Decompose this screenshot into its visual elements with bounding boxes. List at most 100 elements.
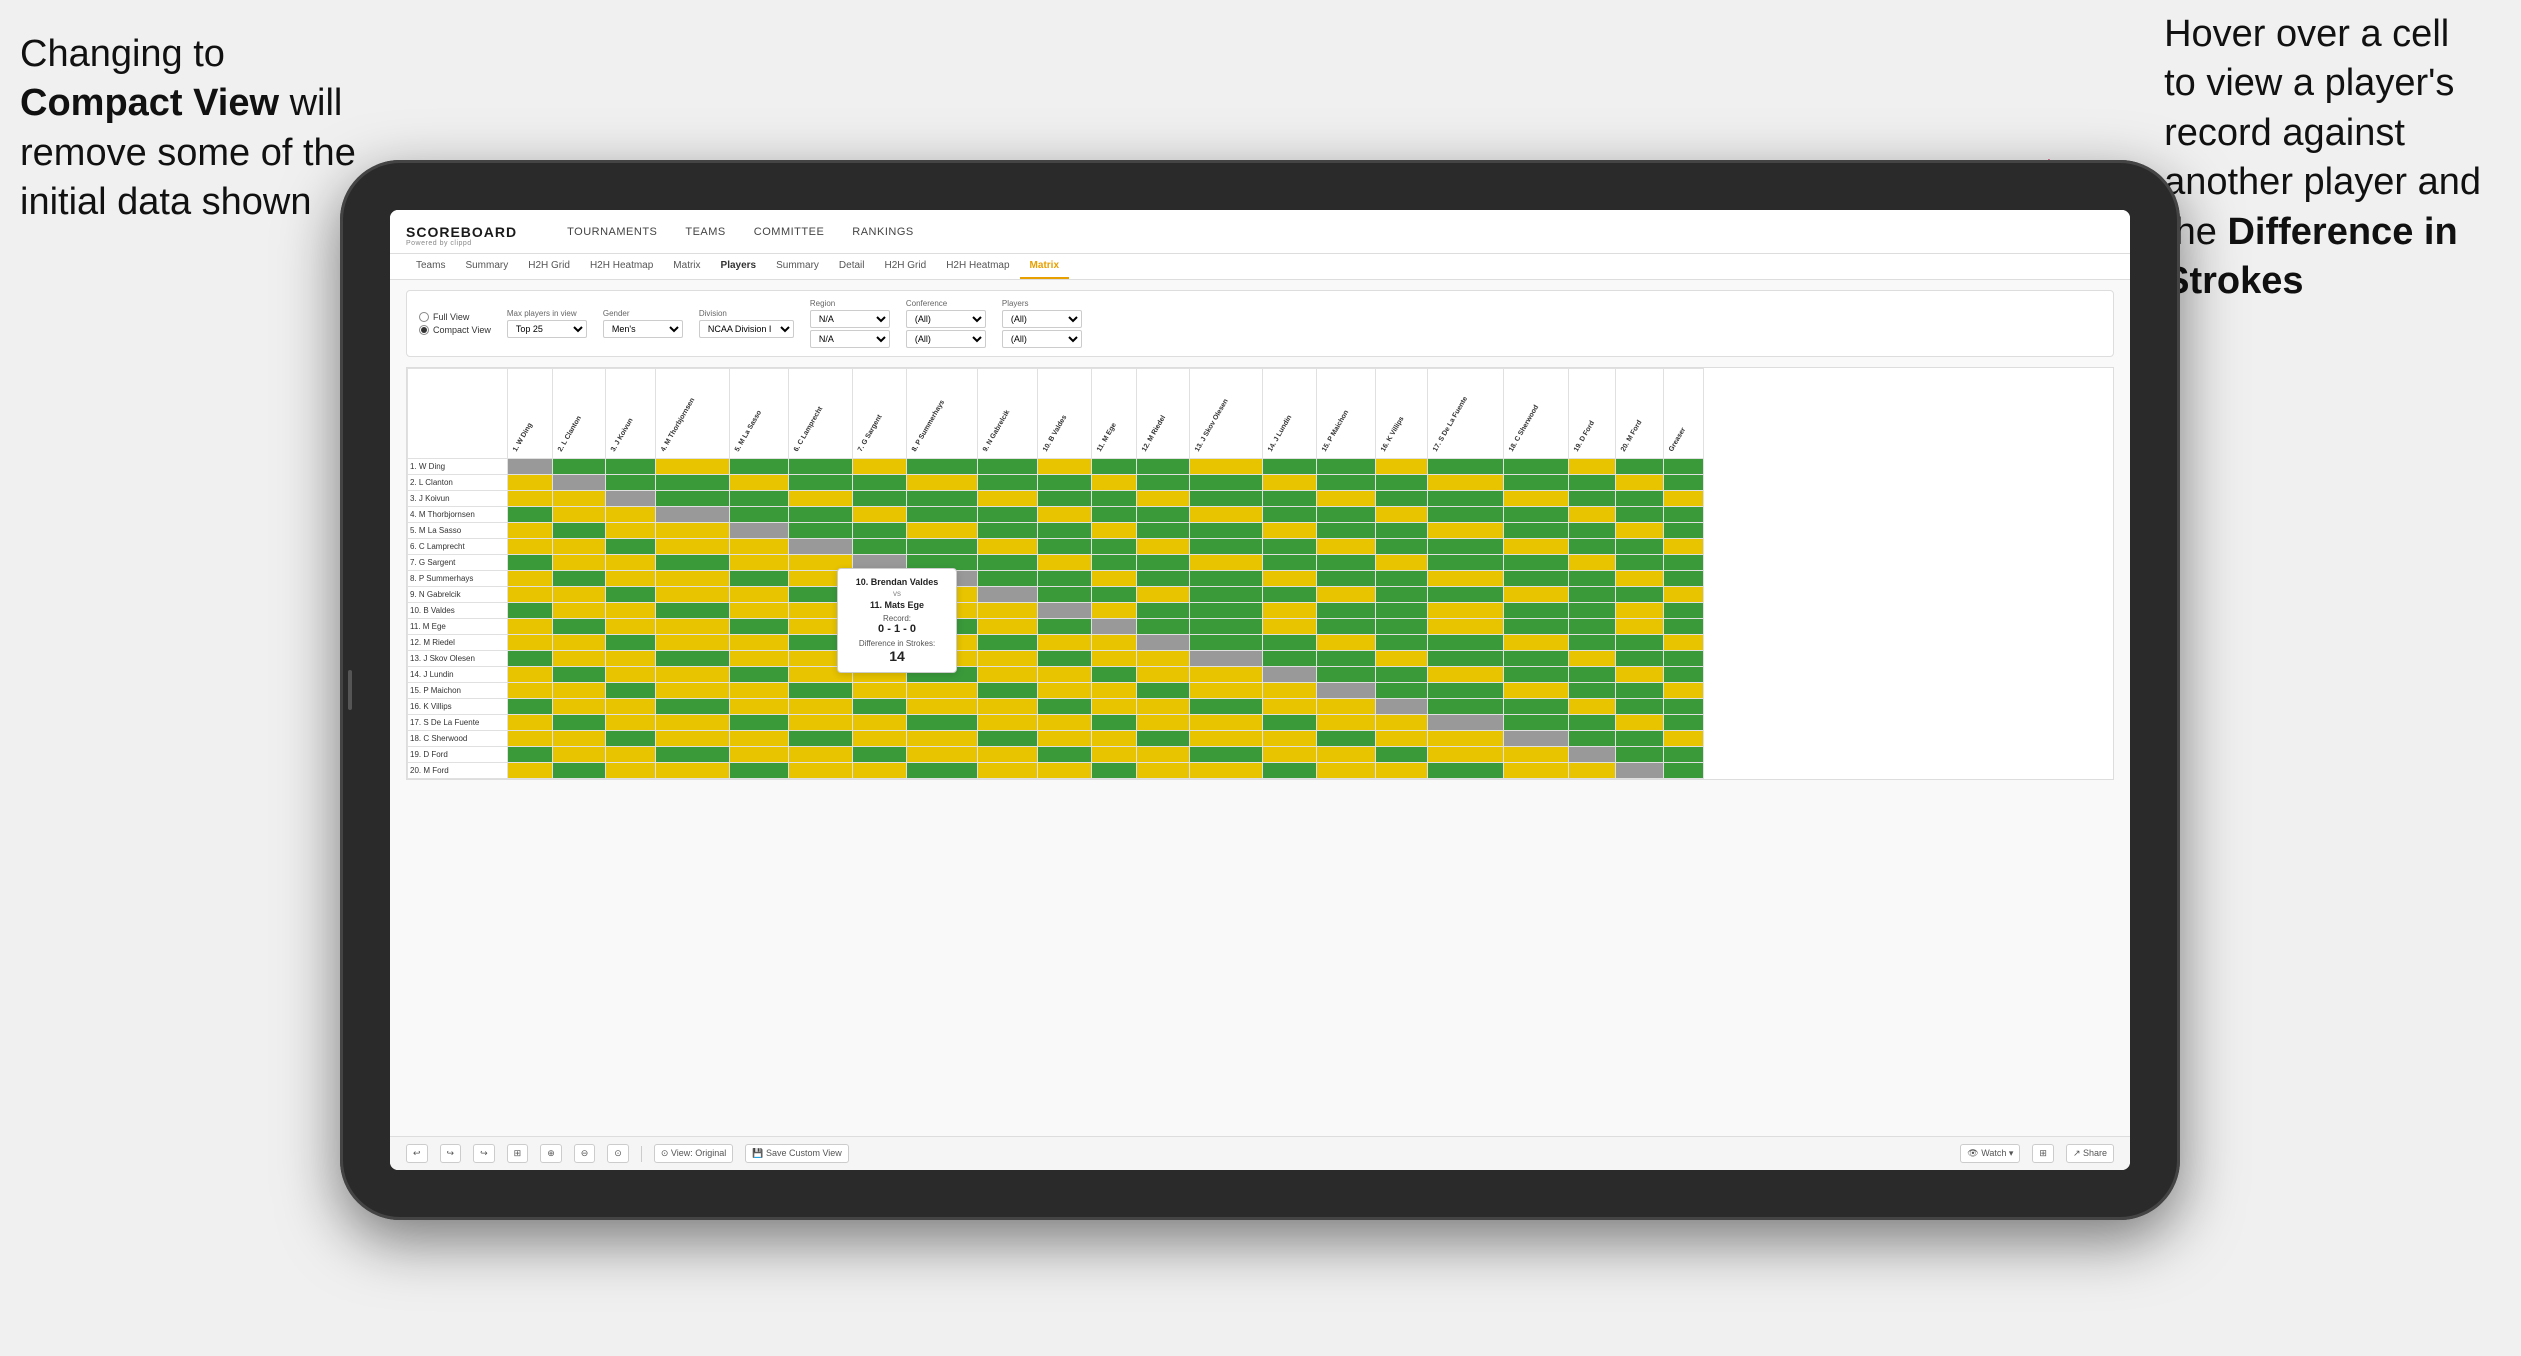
matrix-cell[interactable]: [605, 587, 655, 603]
matrix-cell[interactable]: [605, 475, 655, 491]
radio-full-view[interactable]: Full View: [419, 312, 491, 322]
matrix-cell[interactable]: [552, 763, 605, 779]
matrix-cell[interactable]: [1376, 667, 1428, 683]
matrix-cell[interactable]: [789, 763, 853, 779]
matrix-cell[interactable]: [1664, 507, 1703, 523]
matrix-cell[interactable]: [552, 747, 605, 763]
matrix-cell[interactable]: [852, 475, 906, 491]
matrix-cell[interactable]: [1136, 491, 1189, 507]
matrix-cell[interactable]: [1316, 715, 1376, 731]
matrix-cell[interactable]: [1037, 747, 1091, 763]
matrix-cell[interactable]: [1428, 539, 1503, 555]
matrix-cell[interactable]: [1503, 635, 1569, 651]
matrix-cell[interactable]: [1664, 715, 1703, 731]
matrix-cell[interactable]: [1569, 699, 1616, 715]
matrix-cell[interactable]: [605, 571, 655, 587]
matrix-cell[interactable]: [552, 459, 605, 475]
matrix-cell[interactable]: [1316, 747, 1376, 763]
matrix-cell[interactable]: [1037, 651, 1091, 667]
matrix-cell[interactable]: [1616, 507, 1664, 523]
matrix-cell[interactable]: [1316, 571, 1376, 587]
matrix-cell[interactable]: [605, 683, 655, 699]
matrix-cell[interactable]: [656, 715, 730, 731]
matrix-cell[interactable]: [852, 683, 906, 699]
conference-select2[interactable]: (All): [906, 330, 986, 348]
matrix-cell[interactable]: [978, 491, 1038, 507]
matrix-cell[interactable]: [1037, 619, 1091, 635]
matrix-cell[interactable]: [1037, 683, 1091, 699]
matrix-cell[interactable]: [552, 635, 605, 651]
matrix-cell[interactable]: [789, 475, 853, 491]
nav-committee[interactable]: COMMITTEE: [754, 226, 825, 246]
matrix-cell[interactable]: [552, 715, 605, 731]
matrix-cell[interactable]: [1091, 731, 1136, 747]
matrix-cell[interactable]: [508, 459, 553, 475]
matrix-cell[interactable]: [906, 683, 977, 699]
matrix-cell[interactable]: [1037, 715, 1091, 731]
matrix-cell[interactable]: [1262, 507, 1316, 523]
matrix-cell[interactable]: [978, 555, 1038, 571]
matrix-cell[interactable]: [1569, 539, 1616, 555]
matrix-cell[interactable]: [1664, 731, 1703, 747]
matrix-cell[interactable]: [729, 683, 788, 699]
matrix-cell[interactable]: [1376, 619, 1428, 635]
matrix-cell[interactable]: [1664, 539, 1703, 555]
matrix-cell[interactable]: [1190, 555, 1263, 571]
matrix-cell[interactable]: [1190, 651, 1263, 667]
matrix-cell[interactable]: [729, 651, 788, 667]
matrix-cell[interactable]: [729, 459, 788, 475]
matrix-cell[interactable]: [1091, 491, 1136, 507]
matrix-cell[interactable]: [1091, 699, 1136, 715]
matrix-cell[interactable]: [729, 619, 788, 635]
matrix-cell[interactable]: [605, 619, 655, 635]
matrix-cell[interactable]: [1428, 491, 1503, 507]
matrix-cell[interactable]: [729, 539, 788, 555]
matrix-cell[interactable]: [1136, 459, 1189, 475]
matrix-cell[interactable]: [1316, 603, 1376, 619]
matrix-cell[interactable]: [508, 507, 553, 523]
matrix-cell[interactable]: [1037, 507, 1091, 523]
matrix-cell[interactable]: [656, 683, 730, 699]
matrix-cell[interactable]: [605, 651, 655, 667]
matrix-cell[interactable]: [729, 491, 788, 507]
matrix-cell[interactable]: [978, 507, 1038, 523]
matrix-cell[interactable]: [605, 459, 655, 475]
matrix-cell[interactable]: [1316, 683, 1376, 699]
matrix-cell[interactable]: [1428, 459, 1503, 475]
matrix-cell[interactable]: [1664, 651, 1703, 667]
matrix-cell[interactable]: [656, 667, 730, 683]
matrix-cell[interactable]: [1091, 619, 1136, 635]
matrix-cell[interactable]: [1091, 747, 1136, 763]
matrix-cell[interactable]: [1262, 699, 1316, 715]
region-select1[interactable]: N/A: [810, 310, 890, 328]
matrix-cell[interactable]: [1136, 571, 1189, 587]
matrix-cell[interactable]: [1091, 459, 1136, 475]
matrix-cell[interactable]: [852, 507, 906, 523]
matrix-cell[interactable]: [1569, 523, 1616, 539]
matrix-cell[interactable]: [1616, 747, 1664, 763]
matrix-cell[interactable]: [1376, 555, 1428, 571]
nav-rankings[interactable]: RANKINGS: [852, 226, 913, 246]
matrix-cell[interactable]: [508, 555, 553, 571]
matrix-cell[interactable]: [1428, 651, 1503, 667]
players-select1[interactable]: (All): [1002, 310, 1082, 328]
matrix-cell[interactable]: [1316, 731, 1376, 747]
matrix-cell[interactable]: [906, 459, 977, 475]
matrix-cell[interactable]: [906, 491, 977, 507]
matrix-cell[interactable]: [1091, 635, 1136, 651]
matrix-cell[interactable]: [789, 731, 853, 747]
matrix-cell[interactable]: [1190, 491, 1263, 507]
matrix-cell[interactable]: [978, 747, 1038, 763]
matrix-cell[interactable]: [656, 475, 730, 491]
matrix-cell[interactable]: [1569, 731, 1616, 747]
matrix-cell[interactable]: [1262, 523, 1316, 539]
matrix-cell[interactable]: [1262, 587, 1316, 603]
matrix-cell[interactable]: [1316, 587, 1376, 603]
matrix-cell[interactable]: [656, 491, 730, 507]
matrix-cell[interactable]: [1190, 507, 1263, 523]
matrix-cell[interactable]: [656, 619, 730, 635]
save-custom-button[interactable]: 💾 Save Custom View: [745, 1144, 849, 1163]
matrix-cell[interactable]: [1037, 731, 1091, 747]
matrix-cell[interactable]: [1664, 635, 1703, 651]
matrix-cell[interactable]: [729, 507, 788, 523]
